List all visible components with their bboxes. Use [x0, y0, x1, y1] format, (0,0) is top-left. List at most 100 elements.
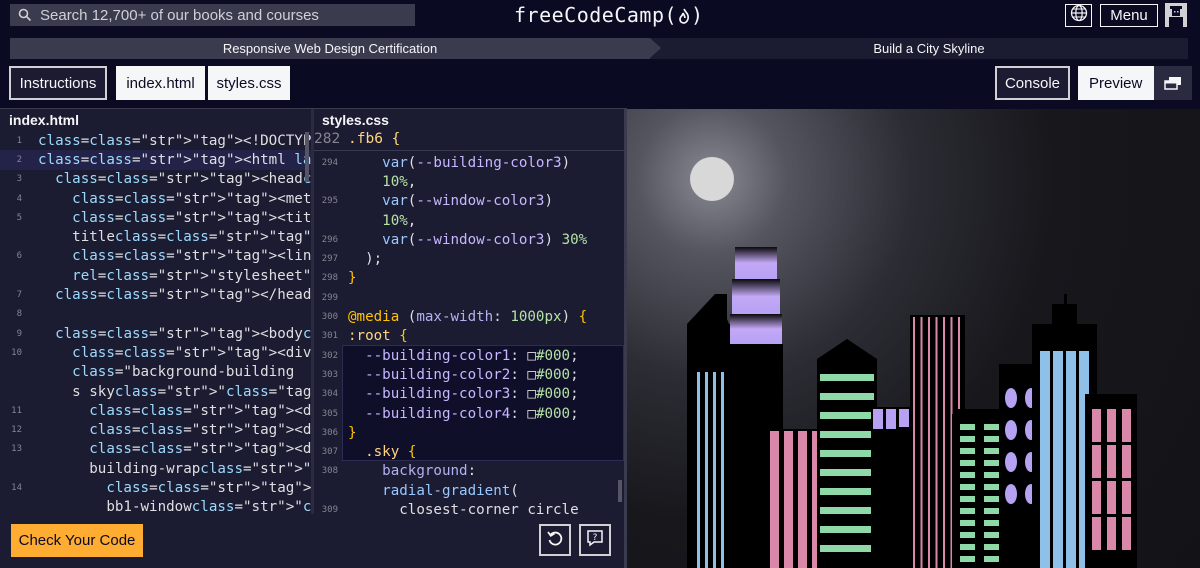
building-roof — [1052, 304, 1077, 324]
building-window — [1005, 484, 1017, 504]
code-text: ); — [348, 251, 383, 268]
code-line[interactable]: rel=class="str">"stylesheet" /class=clas… — [0, 266, 311, 285]
building-window — [820, 507, 874, 514]
code-line[interactable]: 7 class=class="str">"tag"></headclass=cl… — [0, 285, 311, 304]
tab-index-html[interactable]: index.html — [116, 66, 205, 100]
code-line[interactable]: 304 --building-color3: □#000; — [314, 385, 624, 404]
code-line[interactable]: 298} — [314, 269, 624, 288]
code-line[interactable]: 296 var(--window-color3) 30% — [314, 230, 624, 249]
code-line[interactable]: titleclass=class="str">"tag">> — [0, 228, 311, 247]
code-line[interactable]: 307 .sky { — [314, 443, 624, 462]
code-line[interactable]: 9 class=class="str">"tag"><bodyclass=cla… — [0, 324, 311, 343]
building-window — [984, 484, 999, 490]
html-editor-scrollbar[interactable] — [305, 132, 309, 182]
reset-button[interactable] — [539, 524, 571, 556]
building-window — [1040, 351, 1050, 568]
code-text: --building-color1: □#000; — [365, 347, 579, 364]
code-line[interactable]: 6 class=class="str">"tag"><link href=cla… — [0, 247, 311, 266]
search-input[interactable] — [40, 6, 410, 24]
code-line[interactable]: 303 --building-color2: □#000; — [314, 365, 624, 384]
html-editor-title: index.html — [9, 112, 80, 128]
logo-text: freeCodeCamp( — [514, 3, 678, 27]
building-window — [984, 508, 999, 514]
html-editor[interactable]: index.html 1 class=class="str">"tag"><!DO… — [0, 109, 311, 514]
line-number: 308 — [321, 466, 338, 477]
code-line[interactable]: 306} — [314, 423, 624, 442]
code-line[interactable]: 301:root { — [314, 327, 624, 346]
line-number: 294 — [321, 157, 338, 168]
console-button[interactable]: Console — [995, 66, 1070, 100]
code-line[interactable]: 309 closest-corner circle — [314, 500, 624, 514]
code-line[interactable]: 10%, — [314, 211, 624, 230]
preview-button[interactable]: Preview — [1078, 66, 1192, 100]
building-window — [1122, 445, 1131, 478]
code-line[interactable]: 1 class=class="str">"tag"><!DOCTYPE htmlc… — [0, 131, 311, 150]
code-line[interactable]: bb1-windowclass="str">"class="tagclass="… — [0, 498, 311, 514]
code-text: class=class="str">"tag"><divclass=class=… — [89, 422, 311, 439]
building-window — [820, 526, 874, 533]
code-text: class=class="str">"tag"><divclass=class=… — [89, 402, 311, 419]
avatar-icon[interactable] — [1165, 3, 1187, 27]
code-line[interactable]: s skyclass="str">"class="tag">> — [0, 382, 311, 401]
line-number: 2 — [16, 154, 22, 165]
code-line[interactable]: 302 --building-color1: □#000; — [314, 346, 624, 365]
code-line[interactable]: 3 class=class="str">"tag"><headclass=cla… — [0, 170, 311, 189]
code-line[interactable]: 295 var(--window-color3) — [314, 192, 624, 211]
building-window — [920, 317, 923, 568]
breadcrumb-certification[interactable]: Responsive Web Design Certification — [10, 38, 650, 59]
code-line[interactable]: class="background-building — [0, 363, 311, 382]
line-number: 12 — [11, 425, 22, 436]
code-text: class=class="str">"tag"><div class="bb1 — [89, 441, 311, 458]
code-text: bb1-windowclass="str">"class="tagclass="… — [38, 499, 311, 514]
help-button[interactable]: ? — [579, 524, 611, 556]
preview-pane[interactable] — [627, 109, 1200, 568]
code-line[interactable]: 10%, — [314, 172, 624, 191]
building-window — [984, 448, 999, 454]
line-number: 295 — [321, 196, 338, 207]
language-button[interactable] — [1065, 4, 1092, 27]
code-line[interactable]: 299 — [314, 288, 624, 307]
code-line[interactable]: 4 class=class="str">"tag"><meta charset=… — [0, 189, 311, 208]
moon — [690, 157, 734, 201]
building-window — [984, 460, 999, 466]
code-line[interactable]: 300 @media (max-width: 1000px) { — [314, 307, 624, 326]
building-window — [984, 556, 999, 562]
window-stack-icon[interactable] — [1154, 66, 1192, 100]
code-line[interactable]: 297 ); — [314, 250, 624, 269]
check-your-code-button[interactable]: Check Your Code — [11, 524, 143, 557]
freecodecamp-logo[interactable]: freeCodeCamp( ) — [514, 3, 704, 27]
code-line[interactable]: 10 class=class="str">"tag"><div — [0, 343, 311, 362]
code-line[interactable]: 2 class=class="str">"tag"><html lang=clas… — [0, 150, 311, 170]
building-window — [913, 317, 915, 568]
tab-instructions[interactable]: Instructions — [9, 66, 107, 100]
code-line[interactable]: 12 class=class="str">"tag"><divclass=cla… — [0, 421, 311, 440]
search-bar[interactable] — [10, 4, 415, 26]
building-window — [820, 469, 874, 476]
css-editor-scrollbar[interactable] — [618, 480, 622, 502]
code-line[interactable]: radial-gradient( — [314, 481, 624, 500]
building-window — [960, 508, 975, 514]
sticky-scroll-line[interactable]: 282 .fb6 { — [314, 131, 624, 151]
code-line[interactable]: 13 class=class="str">"tag"><div class="b… — [0, 440, 311, 459]
code-line[interactable]: 305 --building-color4: □#000; — [314, 404, 624, 423]
css-editor[interactable]: styles.css 282 .fb6 { 294 var(--building… — [314, 109, 624, 514]
code-line[interactable]: 14 class=class="str">"tag"><div class="b… — [0, 478, 311, 497]
tab-styles-css[interactable]: styles.css — [208, 66, 290, 100]
building-window — [820, 545, 874, 552]
code-line[interactable]: 294 var(--building-color3) — [314, 153, 624, 172]
line-number: 4 — [16, 193, 22, 204]
code-line[interactable]: 308 background: — [314, 462, 624, 481]
building-window — [1122, 481, 1131, 514]
code-line[interactable]: 11 class=class="str">"tag"><divclass=cla… — [0, 401, 311, 420]
line-number: 8 — [16, 309, 22, 320]
building-window — [713, 372, 716, 568]
menu-button[interactable]: Menu — [1100, 4, 1158, 27]
code-text: rel=class="str">"stylesheet" /class=clas… — [72, 267, 311, 284]
code-text: class=class="str">"tag"><div — [72, 344, 311, 361]
building-window — [1122, 409, 1131, 442]
code-text: class=class="str">"tag"><html lang=class… — [38, 151, 311, 168]
code-line[interactable]: 5 class=class="str">"tag"><titleclass=cl… — [0, 208, 311, 227]
code-line[interactable]: building-wrapclass="str">"class="tag">> — [0, 459, 311, 478]
code-line[interactable]: 8 — [0, 305, 311, 324]
action-bar: Check Your Code ? — [0, 514, 624, 568]
